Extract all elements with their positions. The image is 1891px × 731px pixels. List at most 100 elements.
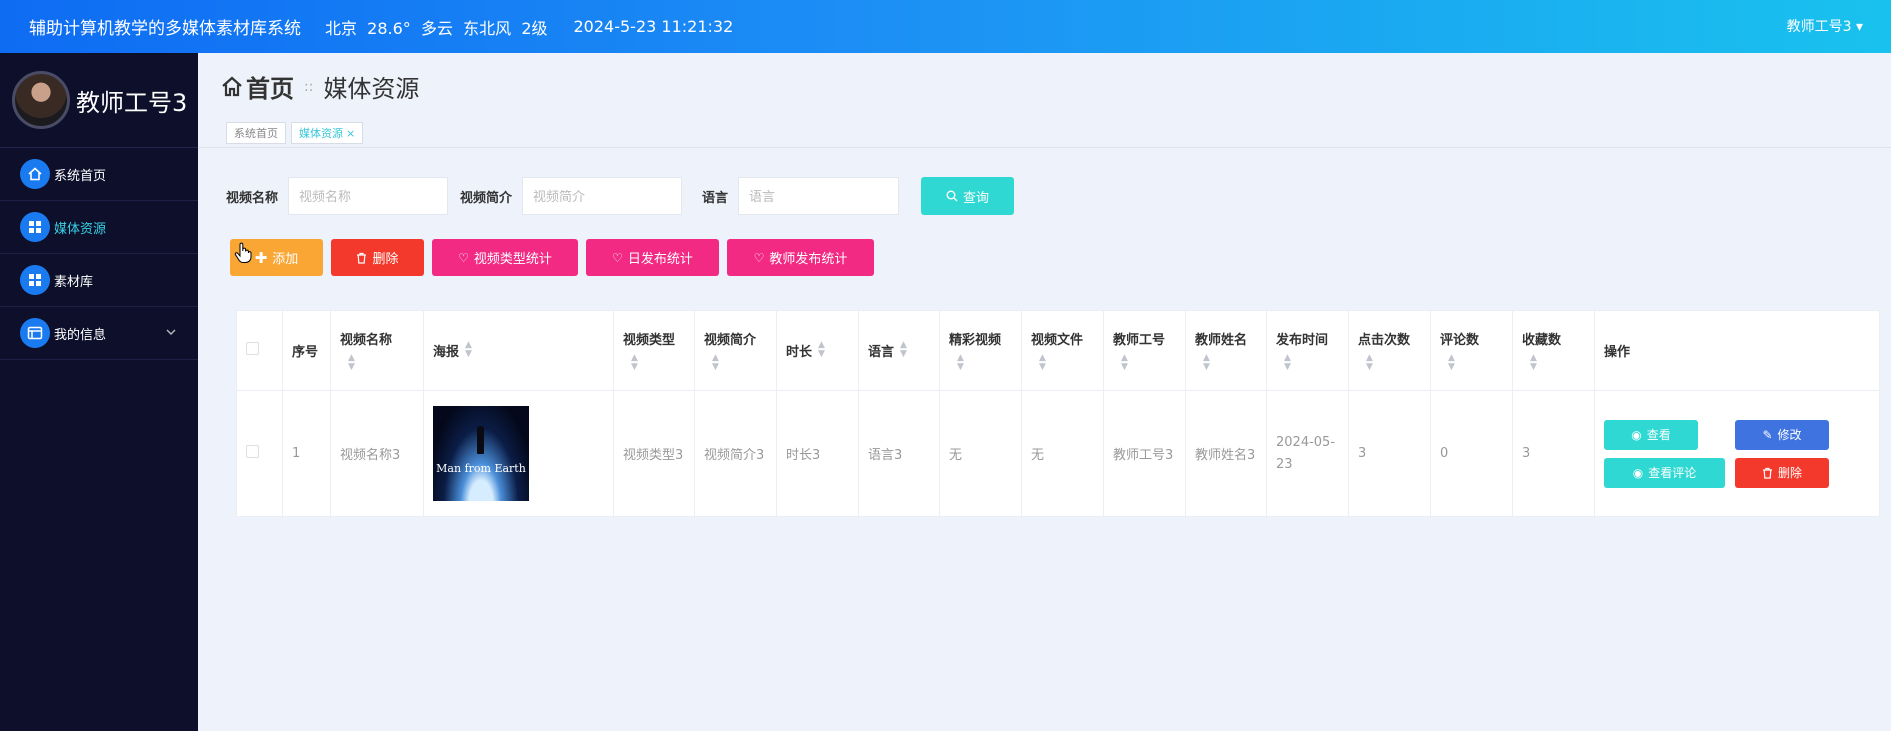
column-header[interactable]: 海报 ▲ ▼ [423,310,614,391]
column-header[interactable]: 视频类型 ▲ ▼ [613,310,695,391]
poster-title: Man from Earth [436,462,526,475]
cell-poster: Man from Earth [423,390,614,517]
row-delete-button[interactable]: 删除 [1735,457,1829,488]
name-label: 视频名称 [226,190,279,206]
breadcrumb-home[interactable]: 首页 [246,69,294,104]
sidebar-item-label: 系统首页 [54,168,107,184]
sort-icon[interactable]: ▲ ▼ [1203,354,1257,372]
sort-icon[interactable]: ▲ ▼ [1039,354,1094,372]
cell-index: 1 [282,390,331,517]
user-menu[interactable]: 教师工号3 ▾ [1787,16,1863,36]
profile: 教师工号3 [0,53,198,148]
column-header[interactable]: 时长 ▲ ▼ [776,310,859,391]
search-form: 视频名称 视频简介 语言 查询 [226,177,1015,215]
column-header[interactable]: 收藏数 ▲ ▼ [1512,310,1595,391]
video-type-stats-button[interactable]: ♡ 视频类型统计 [432,239,578,276]
column-header[interactable]: 视频名称 ▲ ▼ [330,310,424,391]
current-datetime: 2024-5-23 11:21:32 [573,17,734,36]
grid-icon [20,265,50,295]
sidebar-item-home[interactable]: 系统首页 [0,148,198,201]
column-header[interactable]: 语言 ▲ ▼ [858,310,940,391]
column-header[interactable]: 点击次数 ▲ ▼ [1348,310,1431,391]
intro-label: 视频简介 [460,190,513,206]
tag-label: 系统首页 [234,127,278,140]
sidebar-item-media[interactable]: 媒体资源 [0,201,198,254]
cell-intro: 视频简介3 [694,390,777,517]
cell-language: 语言3 [858,390,940,517]
cell-duration: 时长3 [776,390,859,517]
cell-publish-time: 2024-05-23 [1266,390,1349,517]
column-header[interactable]: 视频文件 ▲ ▼ [1021,310,1104,391]
daily-stats-label: 日发布统计 [627,252,693,267]
sort-icon[interactable]: ▲ ▼ [1448,354,1503,372]
column-header[interactable]: 教师姓名 ▲ ▼ [1185,310,1267,391]
intro-input[interactable] [522,177,683,215]
view-comments-button[interactable]: ◉ 查看评论 [1604,457,1725,488]
column-header[interactable]: 评论数 ▲ ▼ [1430,310,1513,391]
sidebar-item-materials[interactable]: 素材库 [0,254,198,307]
poster-image[interactable]: Man from Earth [433,406,529,501]
cell-clicks: 3 [1348,390,1431,517]
grid-icon [20,212,50,242]
tag-media[interactable]: 媒体资源 × [291,122,364,144]
avatar [12,71,70,129]
row-checkbox[interactable] [246,445,259,458]
eye-icon: ◉ [1631,427,1642,442]
tag-label: 媒体资源 [299,127,343,140]
cell-operations: ◉ 查看 ✎ 修改 ◉ 查看评论 删除 [1594,390,1880,517]
row-select-cell [236,390,283,517]
view-button[interactable]: ◉ 查看 [1604,419,1698,450]
breadcrumb: 首页 :: 媒体资源 [220,69,419,104]
column-header[interactable]: 精彩视频 ▲ ▼ [939,310,1022,391]
sort-icon[interactable]: ▲ ▼ [1121,354,1176,372]
tag-bar: 系统首页 媒体资源 × [226,122,368,144]
cell-teacher-name: 教师姓名3 [1185,390,1267,517]
select-all-checkbox[interactable] [246,342,259,355]
sidebar-item-my-info[interactable]: 我的信息 [0,307,198,360]
breadcrumb-current: 媒体资源 [323,75,420,103]
delete-button[interactable]: 删除 [331,239,424,276]
column-header: 操作 [1594,310,1880,391]
cell-favorites: 3 [1512,390,1595,517]
sort-icon[interactable]: ▲ ▼ [1530,354,1585,372]
trash-icon [357,252,367,264]
publish-time-text: 2024-05-23 [1276,434,1336,472]
home-icon [222,76,242,96]
breadcrumb-separator: :: [304,78,314,95]
sort-icon[interactable]: ▲ ▼ [712,354,767,372]
row-actions: ◉ 查看 ✎ 修改 ◉ 查看评论 删除 [1604,419,1870,488]
sort-icon[interactable]: ▲ ▼ [1284,354,1339,372]
daily-stats-button[interactable]: ♡ 日发布统计 [586,239,719,276]
column-header[interactable]: 教师工号 ▲ ▼ [1103,310,1186,391]
row-delete-label: 删除 [1777,466,1802,480]
tag-home[interactable]: 系统首页 [226,122,286,144]
name-input[interactable] [288,177,449,215]
teacher-stats-label: 教师发布统计 [769,252,848,267]
column-header[interactable]: 发布时间 ▲ ▼ [1266,310,1349,391]
sort-icon[interactable]: ▲ ▼ [1366,354,1421,372]
teacher-stats-button[interactable]: ♡ 教师发布统计 [727,239,874,276]
search-button[interactable]: 查询 [921,177,1015,215]
close-icon[interactable]: × [346,127,355,140]
language-label: 语言 [702,190,729,206]
view-button-label: 查看 [1646,428,1671,442]
sort-icon[interactable]: ▲ ▼ [957,354,1012,372]
cell-name: 视频名称3 [330,390,424,517]
select-all-cell [236,310,283,391]
sort-icon[interactable]: ▲ ▼ [818,341,825,359]
column-header[interactable]: 视频简介 ▲ ▼ [694,310,777,391]
heart-icon: ♡ [612,250,623,265]
edit-button[interactable]: ✎ 修改 [1735,419,1829,450]
sort-icon[interactable]: ▲ ▼ [631,354,685,372]
add-button-label: 添加 [272,252,299,267]
profile-name: 教师工号3 [76,88,188,117]
language-input[interactable] [738,177,900,215]
edit-button-label: 修改 [1777,428,1802,442]
heart-icon: ♡ [458,250,469,265]
chevron-down-icon [166,325,176,340]
sort-icon[interactable]: ▲ ▼ [465,341,472,359]
poster-figure [477,426,484,454]
sort-icon[interactable]: ▲ ▼ [348,354,414,372]
sort-icon[interactable]: ▲ ▼ [900,341,907,359]
page-header: 首页 :: 媒体资源 系统首页 媒体资源 × [198,53,1891,148]
